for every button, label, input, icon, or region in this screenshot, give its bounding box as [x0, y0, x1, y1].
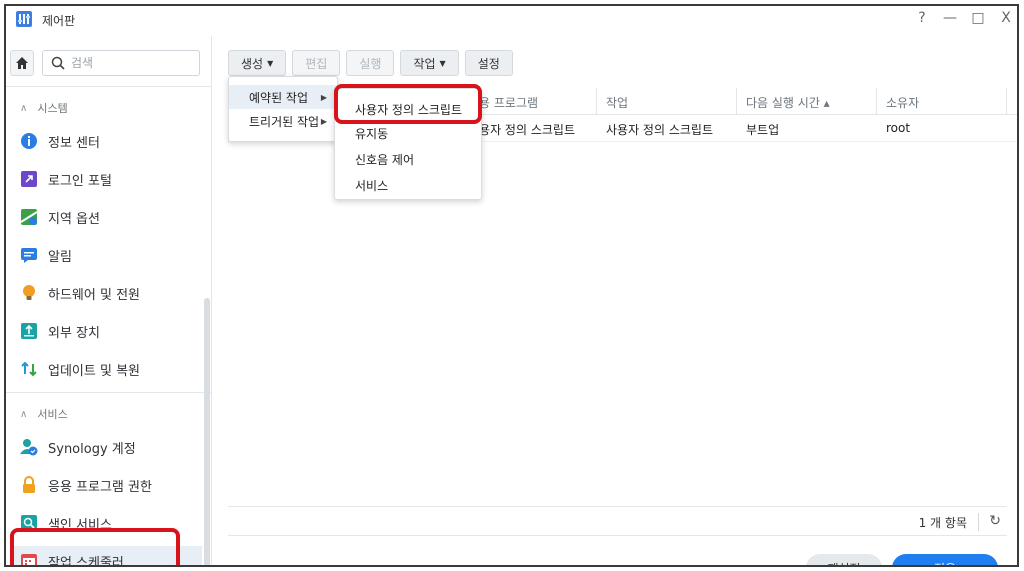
sidebar-item-info-center[interactable]: 정보 센터	[20, 126, 202, 156]
run-label: 실행	[359, 56, 382, 71]
menu-item-label: 유지동	[355, 126, 389, 141]
sidebar: ∧ 시스템 정보 센터 로그인 포털 지역 옵션 알림 하드웨어 및 전원 외부…	[6, 36, 212, 565]
sidebar-item-app-privileges[interactable]: 응용 프로그램 권한	[20, 470, 202, 500]
cell-next-run: 부트업	[746, 123, 780, 137]
sidebar-scrollbar[interactable]	[204, 298, 210, 565]
menu-item-scheduled-task[interactable]: 예약된 작업 ▶	[229, 85, 337, 109]
close-icon[interactable]: X	[996, 10, 1016, 26]
search-icon	[51, 56, 65, 70]
chevron-up-icon: ∧	[20, 408, 28, 420]
cell-application: 사용자 정의 스크립트	[468, 123, 575, 137]
caret-down-icon: ▼	[439, 58, 446, 68]
sidebar-item-label: 외부 장치	[48, 325, 100, 341]
map-icon	[20, 209, 38, 225]
sidebar-divider	[6, 392, 211, 393]
run-button[interactable]: 실행	[346, 50, 395, 76]
search-box	[42, 50, 200, 76]
create-menu: 예약된 작업 ▶ 트리거된 작업 ▶	[228, 76, 338, 142]
sidebar-item-hardware-power[interactable]: 하드웨어 및 전원	[20, 278, 202, 308]
item-count: 1 개 항목	[918, 516, 967, 530]
column-separator	[876, 88, 877, 115]
sidebar-item-label: 로그인 포털	[48, 173, 112, 189]
sidebar-item-label: Synology 계정	[48, 441, 136, 457]
control-panel-icon	[16, 11, 32, 27]
menu-item-beep-control[interactable]: 신호음 제어	[335, 147, 481, 171]
maximize-icon[interactable]: □	[968, 10, 988, 26]
sidebar-item-label: 하드웨어 및 전원	[48, 287, 140, 303]
cell-task: 사용자 정의 스크립트	[606, 123, 713, 137]
menu-item-label: 트리거된 작업	[249, 114, 320, 129]
create-label: 생성	[241, 56, 264, 71]
home-icon	[16, 57, 28, 69]
chevron-right-icon: ▶	[320, 92, 327, 102]
sidebar-item-label: 업데이트 및 복원	[48, 363, 140, 379]
notification-icon	[21, 248, 37, 263]
chevron-up-icon: ∧	[20, 102, 28, 114]
create-button[interactable]: 생성 ▼	[228, 50, 287, 76]
search-input[interactable]	[71, 54, 191, 72]
settings-label: 설정	[477, 56, 500, 71]
sidebar-item-label: 응용 프로그램 권한	[48, 479, 152, 495]
window-title: 제어판	[42, 14, 76, 28]
action-button[interactable]: 작업 ▼	[400, 50, 459, 76]
column-separator	[596, 88, 597, 115]
home-button[interactable]	[10, 50, 34, 76]
menu-item-triggered-task[interactable]: 트리거된 작업 ▶	[229, 109, 337, 133]
bulb-icon	[23, 285, 35, 300]
column-separator	[1006, 88, 1007, 115]
section-services[interactable]: ∧ 서비스	[20, 406, 68, 422]
grid-footer: 1 개 항목 ↻	[228, 506, 1007, 536]
sidebar-item-label: 정보 센터	[48, 135, 100, 151]
external-device-icon	[21, 323, 37, 339]
header-owner[interactable]: 소유자	[886, 94, 919, 111]
minimize-icon[interactable]: —	[940, 10, 960, 26]
settings-button[interactable]: 설정	[464, 50, 513, 76]
section-label: 서비스	[37, 408, 68, 421]
highlight-user-script	[334, 84, 482, 124]
menu-item-maintenance[interactable]: 유지동	[335, 121, 481, 145]
menu-item-label: 신호음 제어	[355, 152, 415, 167]
help-icon[interactable]: ?	[912, 10, 932, 26]
sidebar-item-notification[interactable]: 알림	[20, 240, 202, 270]
cell-owner: root	[886, 121, 911, 135]
chevron-right-icon: ▶	[320, 116, 327, 126]
control-panel-window: 제어판 ? — □ X ∧ 시스템 정보 센터	[4, 4, 1019, 567]
info-icon	[21, 133, 37, 149]
portal-icon	[21, 171, 37, 187]
sidebar-item-external-devices[interactable]: 외부 장치	[20, 316, 202, 346]
reset-button[interactable]: 재설정	[806, 554, 882, 565]
section-label: 시스템	[37, 102, 68, 115]
sidebar-item-label: 지역 옵션	[48, 211, 100, 227]
sidebar-divider	[6, 86, 211, 87]
refresh-icon[interactable]: ↻	[989, 513, 1001, 529]
apply-button[interactable]: 적용	[892, 554, 998, 565]
header-task[interactable]: 작업	[606, 94, 628, 111]
highlight-task-scheduler	[10, 528, 180, 565]
section-system[interactable]: ∧ 시스템	[20, 100, 68, 116]
edit-button[interactable]: 편집	[292, 50, 341, 76]
sidebar-item-regional-options[interactable]: 지역 옵션	[20, 202, 202, 232]
toolbar: 생성 ▼ 편집 실행 작업 ▼ 설정	[228, 50, 513, 76]
account-icon	[20, 439, 38, 456]
caret-down-icon: ▼	[267, 58, 274, 68]
lock-icon	[23, 476, 35, 493]
action-label: 작업	[413, 56, 436, 71]
sidebar-item-synology-account[interactable]: Synology 계정	[20, 432, 202, 462]
sidebar-item-update-restore[interactable]: 업데이트 및 복원	[20, 354, 202, 384]
header-next-run[interactable]: 다음 실행 시간 ▴	[746, 94, 830, 111]
column-separator	[736, 88, 737, 115]
sidebar-item-label: 알림	[48, 249, 72, 265]
footer-separator	[978, 513, 979, 531]
menu-item-label: 예약된 작업	[249, 90, 309, 105]
menu-item-service[interactable]: 서비스	[335, 173, 481, 197]
edit-label: 편집	[305, 56, 328, 71]
menu-item-label: 서비스	[355, 178, 389, 193]
title-bar: 제어판 ? — □ X	[6, 6, 1017, 36]
sidebar-item-login-portal[interactable]: 로그인 포털	[20, 164, 202, 194]
update-icon	[21, 361, 37, 377]
